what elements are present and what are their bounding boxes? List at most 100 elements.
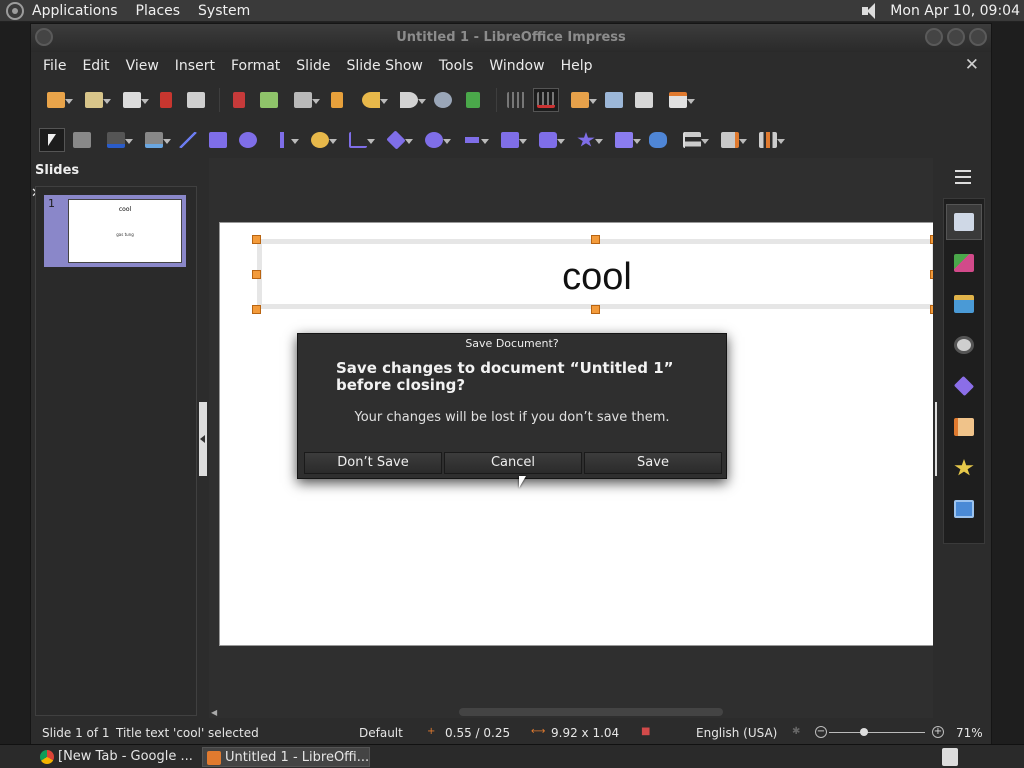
slide-title-text[interactable]: cool [262, 256, 932, 299]
insert-chart-button[interactable] [631, 88, 657, 112]
print-button[interactable] [183, 88, 209, 112]
clone-formatting-button[interactable] [324, 88, 350, 112]
status-language[interactable]: English (USA) [696, 726, 777, 740]
block-arrows-tool[interactable] [455, 128, 489, 152]
resize-handle[interactable] [930, 305, 933, 314]
panel-clock[interactable]: Mon Apr 10, 09:04 [890, 3, 1020, 19]
window-titlebar[interactable]: Untitled 1 - LibreOffice Impress [31, 24, 991, 52]
distribute-tool[interactable] [751, 128, 785, 152]
insert-table-button[interactable] [661, 88, 695, 112]
sidebar-tab-animation[interactable] [946, 450, 982, 486]
basic-shapes-tool[interactable] [379, 128, 413, 152]
resize-handle[interactable] [252, 305, 261, 314]
sidebar-tab-properties[interactable] [946, 204, 982, 240]
display-grid-button[interactable] [503, 88, 529, 112]
slide-thumbnail-list[interactable]: 1 cool gas tung [35, 186, 197, 716]
sidebar-tab-master-slides[interactable] [946, 491, 982, 527]
fill-color-tool[interactable] [137, 128, 171, 152]
rectangle-tool[interactable] [205, 128, 231, 152]
menu-window[interactable]: Window [481, 58, 552, 74]
resize-handle[interactable] [930, 235, 933, 244]
close-document-icon[interactable]: ✕ [965, 55, 979, 75]
resize-handle[interactable] [252, 235, 261, 244]
zoom-pan-tool[interactable] [69, 128, 95, 152]
maximize-button[interactable] [947, 28, 965, 46]
new-button[interactable] [39, 88, 73, 112]
lines-arrows-tool[interactable] [265, 128, 299, 152]
minimize-button[interactable] [925, 28, 943, 46]
callouts-tool[interactable] [531, 128, 565, 152]
menu-view[interactable]: View [118, 58, 167, 74]
zoom-slider-handle[interactable] [860, 728, 868, 736]
document-icon[interactable] [942, 748, 958, 766]
sidebar-tab-gallery[interactable] [946, 286, 982, 322]
3d-objects-tool[interactable] [607, 128, 641, 152]
sidebar-tab-styles[interactable] [946, 245, 982, 281]
insert-image-button[interactable] [563, 88, 597, 112]
cut-button[interactable] [226, 88, 252, 112]
resize-handle[interactable] [252, 270, 261, 279]
symbol-shapes-tool[interactable] [417, 128, 451, 152]
spelling-button[interactable] [460, 88, 486, 112]
resize-handle[interactable] [930, 270, 933, 279]
resize-handle[interactable] [591, 235, 600, 244]
menu-format[interactable]: Format [223, 58, 288, 74]
save-toolbar-button[interactable] [115, 88, 149, 112]
cancel-button[interactable]: Cancel [444, 452, 582, 474]
arrange-tool[interactable] [713, 128, 747, 152]
menu-file[interactable]: File [35, 58, 74, 74]
stars-tool[interactable] [569, 128, 603, 152]
copy-button[interactable] [256, 88, 282, 112]
title-text-box[interactable]: cool [257, 239, 933, 309]
connectors-tool[interactable] [341, 128, 375, 152]
flowchart-tool[interactable] [493, 128, 527, 152]
save-button[interactable]: Save [584, 452, 722, 474]
insert-media-button[interactable] [601, 88, 627, 112]
undo-button[interactable] [354, 88, 388, 112]
slide-thumbnail-1[interactable]: 1 cool gas tung [44, 195, 186, 267]
redo-button[interactable] [392, 88, 426, 112]
line-tool[interactable] [175, 128, 201, 152]
close-window-button[interactable] [969, 28, 987, 46]
line-color-tool[interactable] [99, 128, 133, 152]
sidebar-menu-icon[interactable] [955, 170, 971, 184]
menu-tools[interactable]: Tools [431, 58, 482, 74]
helplines-button[interactable] [533, 88, 559, 112]
zoom-out-button[interactable]: − [815, 726, 827, 738]
rotate-tool[interactable] [645, 128, 671, 152]
panel-menu-places[interactable]: Places [136, 3, 181, 19]
export-pdf-button[interactable] [153, 88, 179, 112]
task-impress[interactable]: Untitled 1 - LibreOffi... [202, 747, 370, 767]
slides-pane-collapse-handle[interactable] [199, 402, 207, 476]
zoom-slider[interactable] [829, 732, 925, 733]
sidebar-tab-slide-transition[interactable] [946, 409, 982, 445]
paste-button[interactable] [286, 88, 320, 112]
ellipse-tool[interactable] [235, 128, 261, 152]
document-modified-icon[interactable]: ■ [641, 726, 650, 737]
sidebar-tab-navigator[interactable] [946, 327, 982, 363]
digital-signature-icon[interactable]: ✱ [792, 726, 800, 737]
os-logo-icon[interactable] [6, 1, 24, 20]
panel-menu-applications[interactable]: Applications [32, 3, 118, 19]
menu-help[interactable]: Help [553, 58, 601, 74]
task-chrome[interactable]: [New Tab - Google ... [36, 747, 196, 767]
scrollbar-thumb[interactable] [459, 708, 723, 716]
select-tool[interactable] [39, 128, 65, 152]
zoom-in-button[interactable]: + [932, 726, 944, 738]
menu-edit[interactable]: Edit [74, 58, 117, 74]
menu-slide[interactable]: Slide [288, 58, 338, 74]
status-zoom[interactable]: 71% [956, 726, 983, 740]
panel-menu-system[interactable]: System [198, 3, 250, 19]
find-replace-button[interactable] [430, 88, 456, 112]
align-tool[interactable] [675, 128, 709, 152]
menu-slide-show[interactable]: Slide Show [338, 58, 430, 74]
open-button[interactable] [77, 88, 111, 112]
sidebar-tab-shapes[interactable] [946, 368, 982, 404]
status-master-layout[interactable]: Default [359, 726, 403, 740]
dialog-title[interactable]: Save Document? [298, 334, 726, 352]
resize-handle[interactable] [591, 305, 600, 314]
curves-tool[interactable] [303, 128, 337, 152]
volume-icon[interactable] [860, 2, 880, 19]
dont-save-button[interactable]: Don’t Save [304, 452, 442, 474]
menu-insert[interactable]: Insert [167, 58, 223, 74]
